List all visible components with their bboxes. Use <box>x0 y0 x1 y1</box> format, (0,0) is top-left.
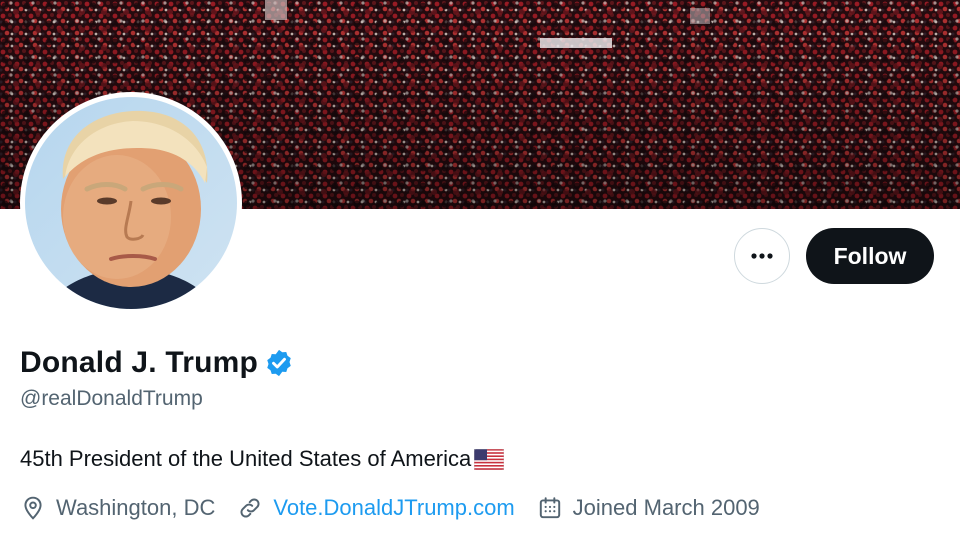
more-options-button[interactable] <box>734 228 790 284</box>
us-flag-icon <box>474 448 505 470</box>
calendar-icon <box>539 497 560 519</box>
follow-button[interactable]: Follow <box>806 228 934 284</box>
location-pin-icon <box>24 496 42 520</box>
bio-text: 45th President of the United States of A… <box>20 446 472 471</box>
link-icon <box>240 498 260 518</box>
avatar[interactable] <box>20 92 242 314</box>
more-options-icon <box>751 253 773 259</box>
follow-button-label: Follow <box>833 242 907 269</box>
profile-name-row: Donald J. Trump <box>20 346 294 380</box>
location-text: Washington, DC <box>56 495 216 520</box>
profile-meta: Washington, DC Vote.DonaldJTrump.com Joi… <box>20 495 782 521</box>
joined-item: Joined March 2009 <box>537 495 760 521</box>
username-handle: @realDonaldTrump <box>20 387 203 410</box>
website-item[interactable]: Vote.DonaldJTrump.com <box>237 495 515 521</box>
joined-text: Joined March 2009 <box>572 495 760 520</box>
avatar-photo <box>25 97 237 309</box>
website-link[interactable]: Vote.DonaldJTrump.com <box>273 495 514 521</box>
profile-bio: 45th President of the United States of A… <box>20 446 505 472</box>
display-name: Donald J. Trump <box>20 346 259 379</box>
location-item: Washington, DC <box>20 495 215 521</box>
verified-badge-icon[interactable] <box>264 348 294 378</box>
